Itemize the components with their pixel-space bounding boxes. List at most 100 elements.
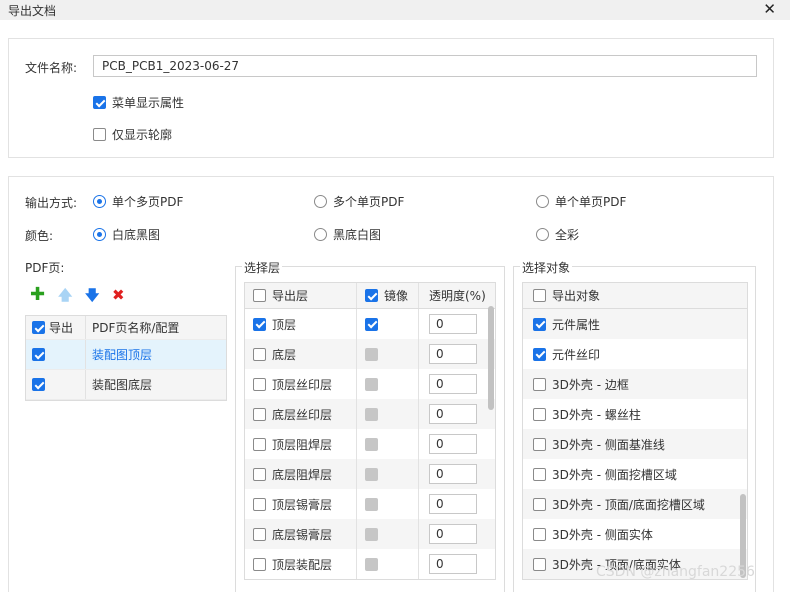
row-checkbox[interactable] — [253, 347, 266, 361]
output-option-label: 单个单页PDF — [555, 195, 627, 209]
table-row[interactable]: 装配图底层 — [26, 370, 226, 400]
list-item[interactable]: 3D外壳 - 侧面挖槽区域 — [523, 459, 747, 489]
opacity-input[interactable]: 0 — [429, 344, 477, 364]
opacity-input[interactable]: 0 — [429, 374, 477, 394]
row-checkbox[interactable] — [533, 317, 546, 331]
opacity-input[interactable]: 0 — [429, 434, 477, 454]
radio-button[interactable] — [314, 195, 327, 208]
pdf-pages-label: PDF页: — [25, 261, 65, 275]
layer-name: 底层阻焊层 — [272, 467, 333, 482]
row-checkbox[interactable] — [533, 527, 546, 541]
color-label: 颜色: — [25, 229, 54, 243]
list-item[interactable]: 3D外壳 - 侧面实体 — [523, 519, 747, 549]
menu-show-attributes-checkbox[interactable] — [93, 96, 106, 109]
table-row[interactable]: 顶层锡膏层 0 — [245, 489, 495, 519]
dialog-titlebar: 导出文档 ✕ — [0, 0, 790, 20]
outline-only-option[interactable]: 仅显示轮廓 — [93, 126, 172, 143]
row-checkbox[interactable] — [533, 437, 546, 451]
opacity-input[interactable]: 0 — [429, 314, 477, 334]
layers-scrollbar[interactable] — [488, 306, 494, 410]
row-checkbox[interactable] — [253, 497, 266, 511]
opacity-input[interactable]: 0 — [429, 404, 477, 424]
pdf-page-name: 装配图顶层 — [92, 348, 153, 362]
row-checkbox[interactable] — [32, 378, 45, 391]
table-row[interactable]: 底层丝印层 0 — [245, 399, 495, 429]
list-item[interactable]: 3D外壳 - 顶面/底面挖槽区域 — [523, 489, 747, 519]
row-checkbox[interactable] — [533, 377, 546, 391]
opacity-input[interactable]: 0 — [429, 464, 477, 484]
mirror-checkbox — [365, 347, 378, 361]
list-item[interactable]: 3D外壳 - 边框 — [523, 369, 747, 399]
list-item[interactable]: 3D外壳 - 螺丝柱 — [523, 399, 747, 429]
column-header-mirror: 镜像 — [384, 289, 409, 303]
layer-name: 顶层 — [272, 317, 297, 332]
outline-only-label: 仅显示轮廓 — [112, 128, 173, 142]
output-option-multiple-single-pdf[interactable]: 多个单页PDF — [314, 193, 404, 210]
row-checkbox[interactable] — [533, 347, 546, 361]
mirror-all-checkbox[interactable] — [365, 289, 378, 302]
color-option-label: 全彩 — [555, 228, 580, 242]
pdf-page-name: 装配图底层 — [92, 378, 153, 392]
table-row[interactable]: 装配图顶层 — [26, 340, 226, 370]
layer-name: 底层丝印层 — [272, 407, 333, 422]
row-checkbox[interactable] — [533, 407, 546, 421]
list-item[interactable]: 元件丝印 — [523, 339, 747, 369]
table-row[interactable]: 顶层 0 — [245, 309, 495, 339]
select-all-layers-checkbox[interactable] — [253, 289, 266, 302]
row-checkbox[interactable] — [253, 527, 266, 541]
row-checkbox[interactable] — [253, 467, 266, 481]
row-checkbox[interactable] — [253, 437, 266, 451]
mirror-checkbox[interactable] — [365, 317, 378, 331]
column-header-export: 导出 — [49, 321, 74, 335]
list-item[interactable]: 元件属性 — [523, 309, 747, 339]
delete-icon[interactable]: ✖ — [112, 288, 125, 303]
outline-only-checkbox[interactable] — [93, 128, 106, 141]
row-checkbox[interactable] — [32, 348, 45, 361]
row-checkbox[interactable] — [533, 557, 546, 571]
arrow-down-icon[interactable]: 🡇 — [85, 289, 99, 303]
radio-button[interactable] — [314, 228, 327, 241]
output-option-multi-page-pdf[interactable]: 单个多页PDF — [93, 193, 183, 210]
opacity-input[interactable]: 0 — [429, 524, 477, 544]
object-name: 3D外壳 - 顶面/底面挖槽区域 — [552, 497, 705, 512]
radio-button[interactable] — [536, 195, 549, 208]
layers-table: 导出层 镜像 透明度(%) 顶层 0 底层 0 顶层丝印层 0 底层丝印层 0 … — [244, 282, 496, 580]
close-icon[interactable]: ✕ — [763, 0, 776, 18]
select-all-checkbox[interactable] — [32, 321, 45, 334]
opacity-input[interactable]: 0 — [429, 494, 477, 514]
color-option-black-bg[interactable]: 黑底白图 — [314, 226, 381, 243]
color-option-white-bg[interactable]: 白底黑图 — [93, 226, 160, 243]
row-checkbox[interactable] — [253, 377, 266, 391]
radio-button[interactable] — [93, 195, 106, 208]
table-row[interactable]: 顶层装配层 0 — [245, 549, 495, 579]
table-row[interactable]: 顶层阻焊层 0 — [245, 429, 495, 459]
table-row[interactable]: 底层阻焊层 0 — [245, 459, 495, 489]
list-item[interactable]: 3D外壳 - 侧面基准线 — [523, 429, 747, 459]
table-row[interactable]: 底层锡膏层 0 — [245, 519, 495, 549]
table-row[interactable]: 底层 0 — [245, 339, 495, 369]
mirror-checkbox — [365, 557, 378, 571]
objects-group-title: 选择对象 — [520, 259, 573, 276]
layer-name: 顶层装配层 — [272, 557, 333, 572]
plus-icon[interactable]: ✚ — [30, 286, 45, 304]
table-header: 导出 PDF页名称/配置 — [26, 316, 226, 340]
arrow-up-icon[interactable]: 🡅 — [58, 289, 72, 303]
color-option-full-color[interactable]: 全彩 — [536, 226, 579, 243]
row-checkbox[interactable] — [533, 467, 546, 481]
row-checkbox[interactable] — [253, 317, 266, 331]
opacity-input[interactable]: 0 — [429, 554, 477, 574]
file-name-input[interactable] — [93, 55, 757, 77]
row-checkbox[interactable] — [533, 497, 546, 511]
output-option-single-page-pdf[interactable]: 单个单页PDF — [536, 193, 626, 210]
table-row[interactable]: 顶层丝印层 0 — [245, 369, 495, 399]
object-name: 3D外壳 - 侧面实体 — [552, 527, 653, 542]
mirror-checkbox — [365, 527, 378, 541]
menu-show-attributes-option[interactable]: 菜单显示属性 — [93, 94, 184, 111]
radio-button[interactable] — [536, 228, 549, 241]
radio-button[interactable] — [93, 228, 106, 241]
object-name: 3D外壳 - 边框 — [552, 377, 629, 392]
row-checkbox[interactable] — [253, 407, 266, 421]
select-all-objects-checkbox[interactable] — [533, 289, 546, 302]
row-checkbox[interactable] — [253, 557, 266, 571]
table-header: 导出对象 — [523, 283, 747, 309]
